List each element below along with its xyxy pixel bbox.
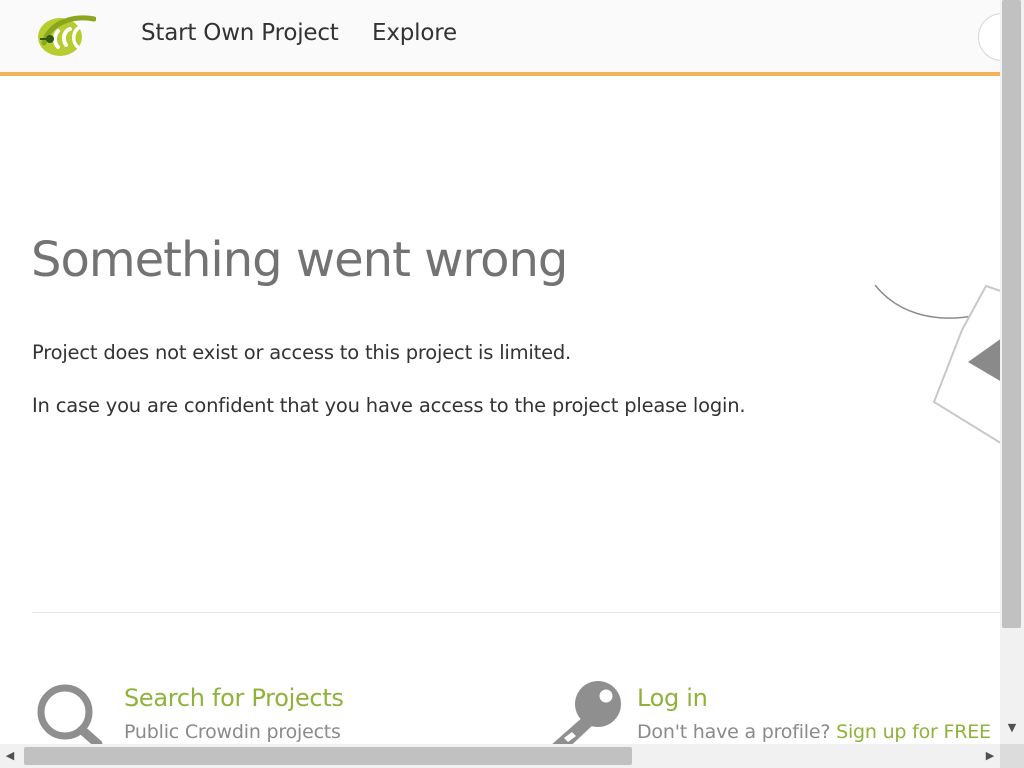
section-divider — [32, 612, 1000, 613]
sign-up-link[interactable]: Sign up for FREE — [836, 721, 991, 743]
nav-explore[interactable]: Explore — [372, 20, 457, 46]
nav-start-own-project[interactable]: Start Own Project — [141, 20, 339, 46]
login-subtitle-text: Don't have a profile? — [637, 721, 831, 743]
user-menu-avatar[interactable] — [978, 13, 1000, 61]
broken-page-illustration-icon — [874, 284, 1000, 444]
login-hint-message: In case you are confident that you have … — [32, 394, 746, 417]
magnifier-icon — [37, 684, 103, 744]
vertical-scrollbar-thumb[interactable] — [1002, 0, 1021, 628]
error-message: Project does not exist or access to this… — [32, 341, 572, 364]
top-navigation-bar: Start Own Project Explore — [0, 0, 1000, 76]
scroll-left-arrow-icon[interactable]: ◀ — [0, 744, 20, 768]
key-icon — [552, 681, 621, 744]
page-title: Something went wrong — [31, 232, 568, 288]
crowdin-logo-icon[interactable] — [36, 13, 96, 59]
scroll-right-arrow-icon[interactable]: ▶ — [980, 744, 1000, 768]
search-projects-subtitle: Public Crowdin projects — [124, 721, 341, 743]
page-viewport: Start Own Project Explore Something went… — [0, 0, 1000, 744]
log-in-link[interactable]: Log in — [637, 684, 708, 712]
search-projects-link[interactable]: Search for Projects — [124, 684, 344, 712]
scroll-down-arrow-icon[interactable]: ▼ — [1000, 718, 1024, 738]
scrollbar-corner — [1000, 744, 1024, 768]
horizontal-scrollbar-thumb[interactable] — [24, 747, 632, 765]
login-subtitle: Don't have a profile? Sign up for FREE — [637, 721, 991, 743]
